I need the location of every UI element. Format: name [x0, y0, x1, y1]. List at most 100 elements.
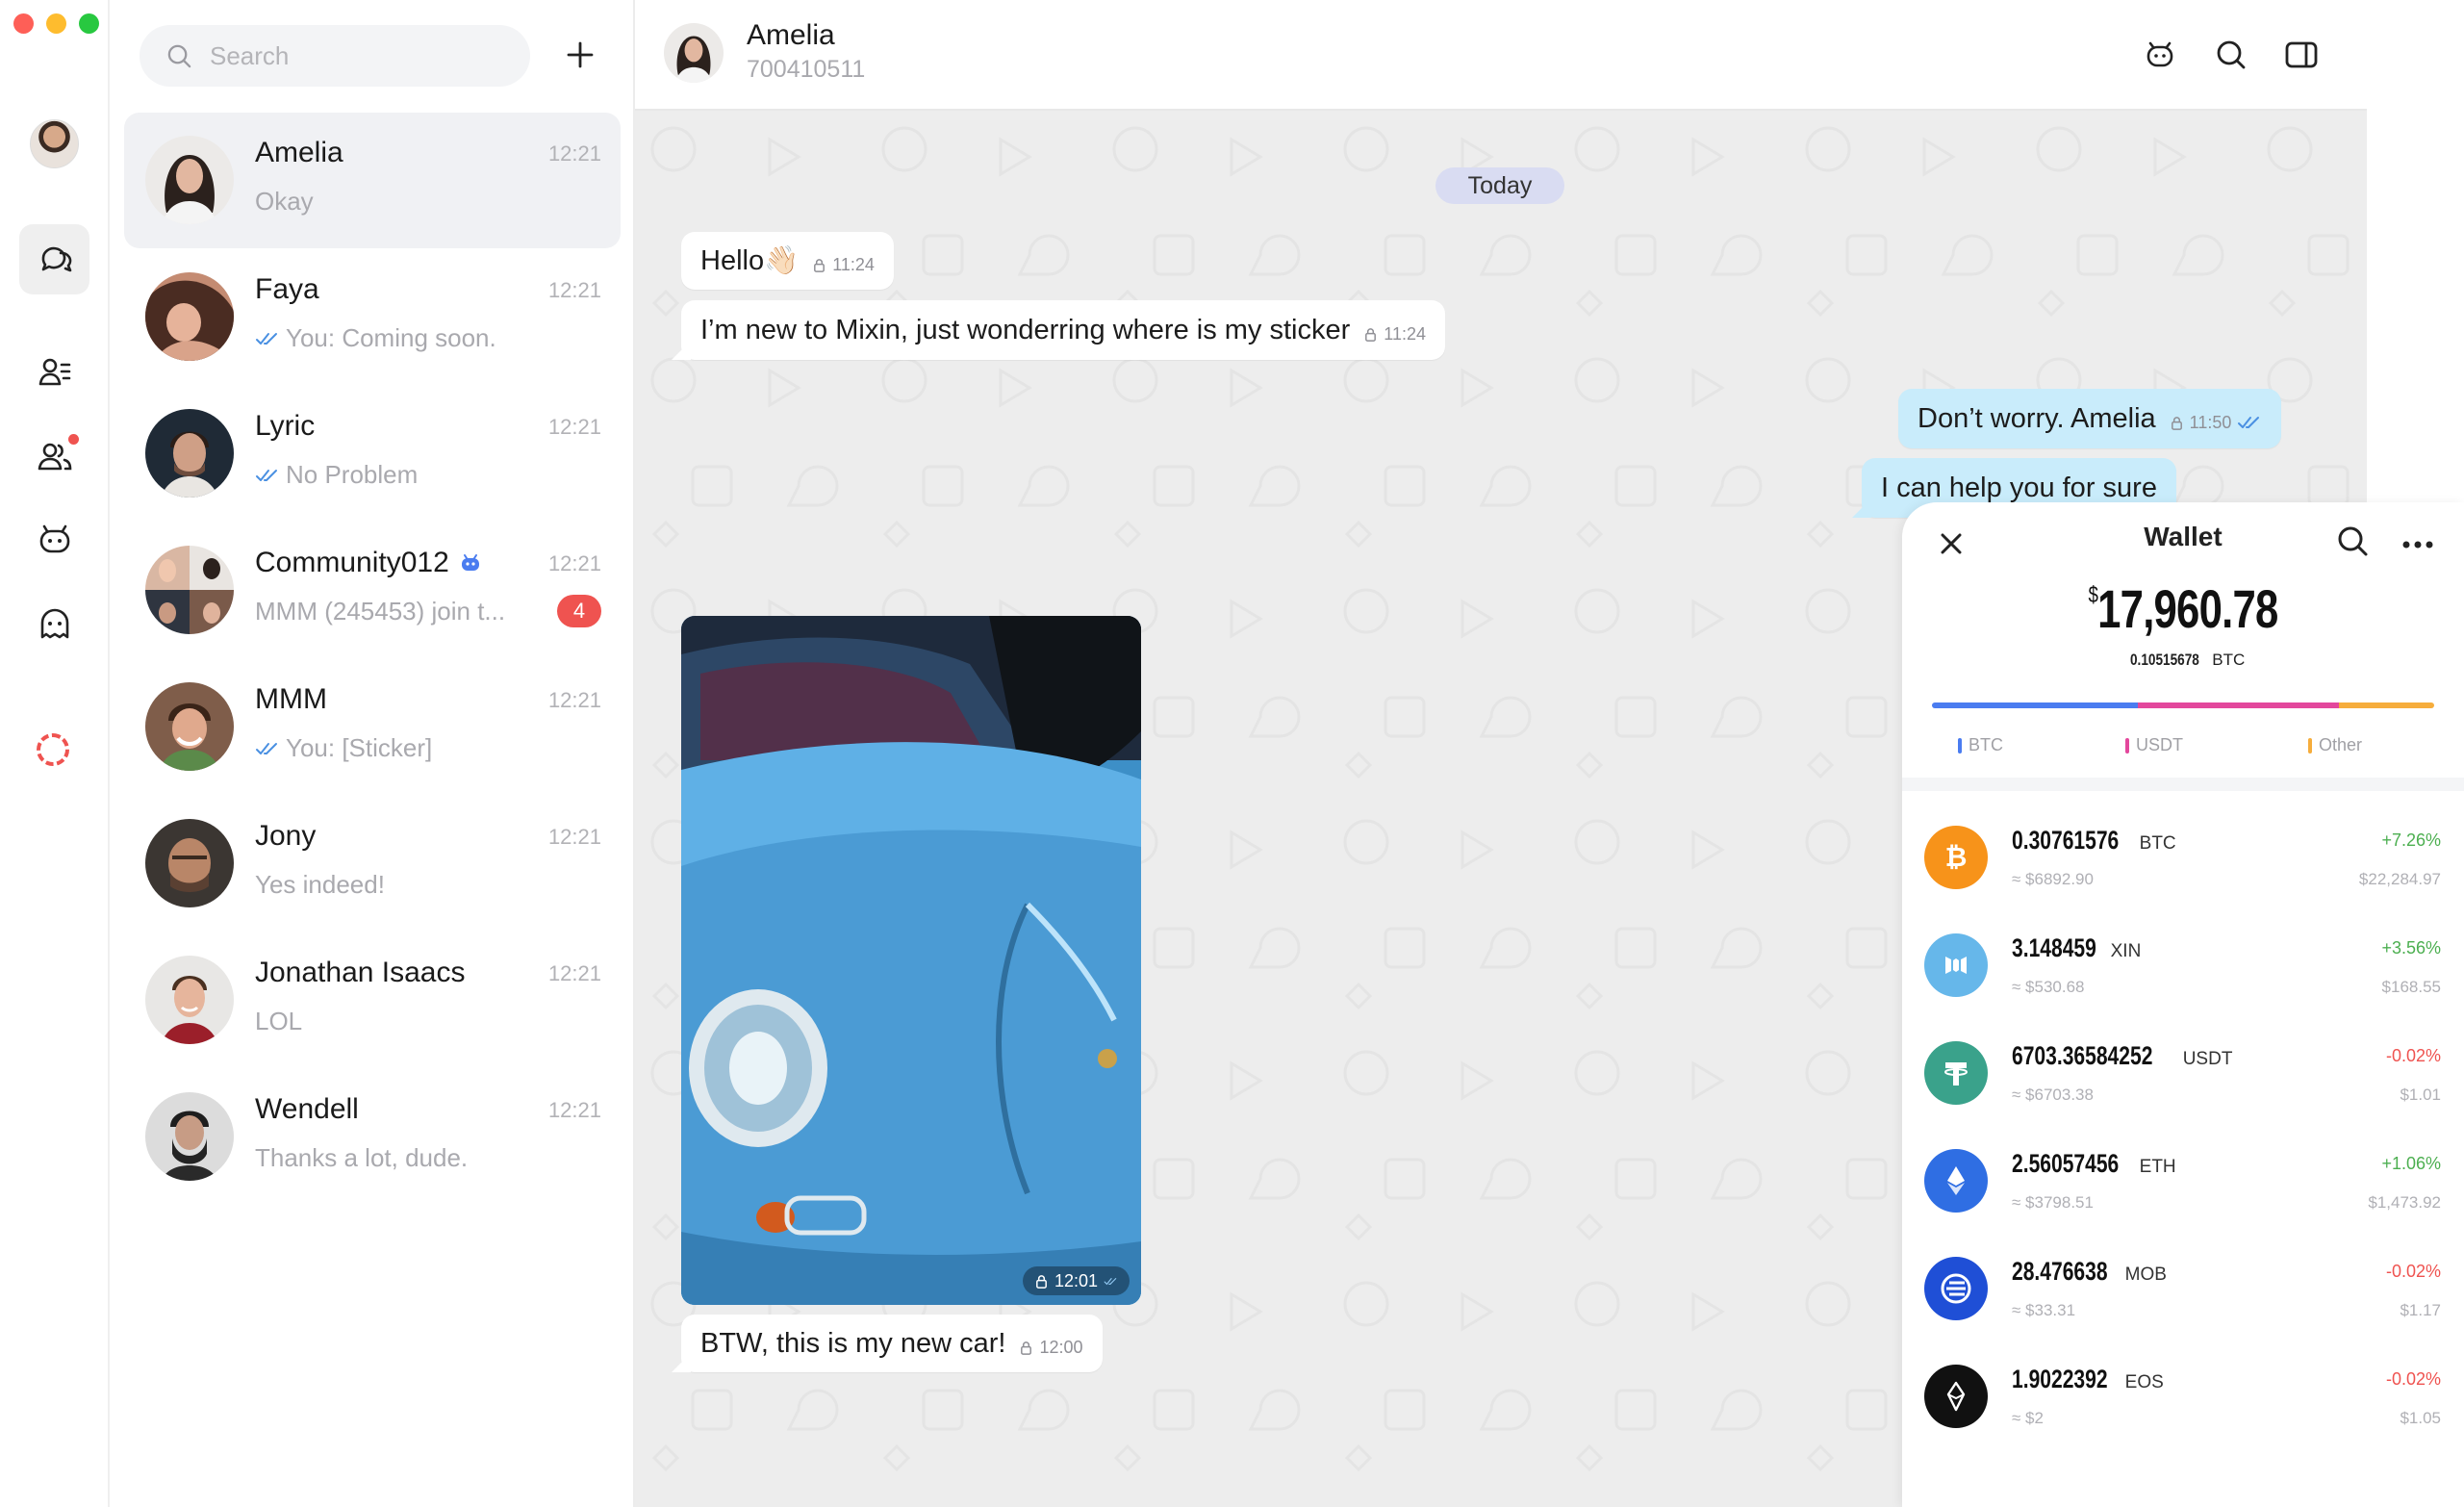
navigation-rail [0, 0, 110, 1507]
conversation-preview: MMM (245453) join t... [255, 597, 506, 626]
conversation-preview: Yes indeed! [255, 870, 385, 899]
asset-row-eth[interactable]: 2.56057456 ETH ≈ $3798.51 +1.06% $1,473.9… [1902, 1128, 2464, 1236]
search-icon[interactable] [2333, 522, 2372, 560]
conversation-item-jonathan-isaacs[interactable]: Jonathan Isaacs 12:21 LOL [124, 932, 621, 1068]
asset-row-btc[interactable]: ₿ 0.30761576 BTC ≈ $6892.90 +7.26% $22,28… [1902, 805, 2464, 912]
conversation-item-community012[interactable]: Community012 12:21 MMM (245453) join t..… [124, 523, 621, 658]
conversation-item-faya[interactable]: Faya 12:21 You: Coming soon. [124, 249, 621, 385]
message-text: BTW, this is my new car! [700, 1327, 1006, 1359]
asset-amount: 2.56057456 ETH [2012, 1149, 2176, 1178]
read-receipt-icon [2238, 417, 2260, 428]
chat-id: 700410511 [747, 56, 866, 83]
conversation-name: Jony [255, 820, 317, 852]
message-bubble-incoming[interactable]: I’m new to Mixin, just wonderring where … [681, 300, 1445, 360]
asset-amount: 1.9022392 EOS [2012, 1365, 2164, 1393]
read-receipt-icon [256, 469, 277, 481]
lock-icon [814, 258, 826, 272]
ghost-nav-button[interactable] [19, 589, 89, 659]
search-icon [167, 44, 191, 67]
more-icon[interactable] [2397, 525, 2439, 564]
conversation-time: 12:21 [547, 688, 601, 712]
conversation-item-jony[interactable]: Jony 12:21 Yes indeed! [124, 796, 621, 932]
conversation-item-wendell[interactable]: Wendell 12:21 Thanks a lot, dude. [124, 1069, 621, 1205]
window-controls [13, 13, 99, 34]
wallet-panel: Wallet $17,960.78 0.10515678 BTC BTC USD… [1902, 502, 2464, 1507]
close-window-button[interactable] [13, 13, 34, 34]
toggle-sidebar-button[interactable] [2283, 37, 2320, 73]
conversation-time: 12:21 [547, 825, 601, 849]
sidebar-toggle-icon [2285, 41, 2318, 68]
maximize-window-button[interactable] [79, 13, 99, 34]
avatar [145, 956, 234, 1044]
contacts-nav-button[interactable] [19, 337, 89, 407]
car-photo [681, 616, 1141, 1305]
minimize-window-button[interactable] [46, 13, 66, 34]
asset-change: -0.02% [2385, 1369, 2441, 1389]
plus-icon [567, 41, 594, 68]
conversation-list-panel: Search Amelia 12:21 Okay Faya 12:21 You:… [110, 0, 635, 1507]
asset-value: $1.05 [2400, 1409, 2441, 1427]
read-receipt-icon [1104, 1277, 1117, 1285]
bot-icon [2146, 41, 2173, 67]
asset-usd-price: ≈ $6892.90 [2012, 870, 2094, 888]
conversation-item-lyric[interactable]: Lyric 12:21 No Problem [124, 386, 621, 522]
lock-icon [1365, 327, 1377, 342]
message-text: I can help you for sure [1881, 472, 2157, 503]
message-bubble-outgoing[interactable]: Don’t worry. Amelia 11:50 [1898, 389, 2282, 448]
asset-value: $168.55 [2381, 978, 2441, 996]
asset-distribution-bar [1932, 702, 2434, 708]
distribution-segment-usdt [2138, 702, 2339, 708]
chat-header: Amelia 700410511 [635, 0, 2367, 111]
distribution-segment-btc [1932, 702, 2139, 708]
bot-badge-icon [461, 554, 479, 571]
message-text: I’m new to Mixin, just wonderring where … [700, 314, 1351, 345]
asset-usd-price: ≈ $33.31 [2012, 1301, 2076, 1319]
asset-usd-price: ≈ $3798.51 [2012, 1193, 2094, 1212]
asset-row-xin[interactable]: 3.148459 XIN ≈ $530.68 +3.56% $168.55 [1902, 912, 2464, 1020]
new-conversation-button[interactable] [558, 33, 602, 77]
image-message[interactable]: 12:01 [681, 616, 1141, 1305]
conversation-item-mmm[interactable]: MMM 12:21 You: [Sticker] [124, 659, 621, 795]
profile-avatar[interactable] [30, 119, 79, 168]
message-bubble-incoming[interactable]: BTW, this is my new car! 12:00 [681, 1315, 1103, 1372]
legend-usdt: USDT [2125, 735, 2183, 755]
message-text: Don’t worry. Amelia [1918, 402, 2156, 434]
circles-icon [38, 443, 71, 470]
legend-btc: BTC [1958, 735, 2003, 755]
conversation-preview: Okay [255, 187, 314, 216]
conversation-name: MMM [255, 683, 327, 715]
avatar [145, 409, 234, 498]
chat-avatar[interactable] [664, 23, 724, 83]
message-meta: 12:00 [1019, 1338, 1083, 1358]
message-bubble-incoming[interactable]: Hello👋🏻 11:24 [681, 232, 894, 290]
eos-icon [1924, 1365, 1988, 1428]
xin-icon [1924, 933, 1988, 997]
loading-ring-icon [37, 733, 69, 766]
conversation-time: 12:21 [547, 1098, 601, 1122]
distribution-segment-other [2338, 702, 2434, 708]
bots-nav-button[interactable] [19, 503, 89, 574]
conversation-item-amelia[interactable]: Amelia 12:21 Okay [124, 113, 621, 248]
mobilecoin-icon [1924, 1257, 1988, 1320]
bot-button[interactable] [2142, 37, 2178, 73]
contacts-icon [38, 358, 70, 385]
divider [1902, 778, 2464, 791]
conversation-name: Faya [255, 273, 319, 305]
wallet-total-balance: $17,960.78 [2088, 578, 2279, 639]
asset-change: -0.02% [2385, 1262, 2441, 1281]
avatar [145, 1092, 234, 1181]
search-messages-button[interactable] [2213, 37, 2249, 73]
asset-row-eos[interactable]: 1.9022392 EOS ≈ $2 -0.02% $1.05 [1902, 1343, 2464, 1451]
ghost-icon [40, 608, 68, 638]
search-input[interactable]: Search [140, 25, 530, 87]
read-receipt-icon [256, 742, 277, 754]
search-icon [2217, 40, 2246, 69]
asset-change: +7.26% [2381, 830, 2441, 850]
bitcoin-icon: ₿ [1924, 826, 1988, 889]
asset-change: -0.02% [2385, 1046, 2441, 1065]
asset-row-usdt[interactable]: 6703.36584252 USDT ≈ $6703.38 -0.02% $1.0… [1902, 1020, 2464, 1128]
conversation-preview: You: [Sticker] [255, 733, 432, 763]
chats-nav-button[interactable] [19, 224, 89, 294]
asset-row-mob[interactable]: 28.476638 MOB ≈ $33.31 -0.02% $1.17 [1902, 1236, 2464, 1343]
circles-nav-button[interactable] [19, 421, 89, 491]
